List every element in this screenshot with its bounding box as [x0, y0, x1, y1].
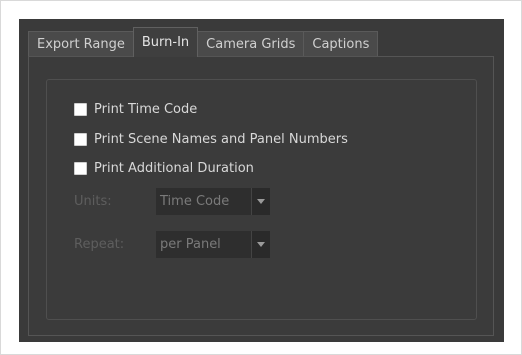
burn-in-options-group: Print Time Code Print Scene Names and Pa…	[46, 79, 477, 320]
print-scene-names-option[interactable]: Print Scene Names and Panel Numbers	[74, 131, 348, 147]
repeat-dropdown[interactable]: per Panel	[156, 231, 270, 258]
repeat-label: Repeat:	[74, 237, 125, 252]
burn-in-panel: Print Time Code Print Scene Names and Pa…	[28, 56, 494, 336]
tab-bar: Export Range Burn-In Camera Grids Captio…	[28, 27, 379, 57]
chevron-down-icon	[257, 199, 265, 204]
print-scene-names-checkbox[interactable]	[74, 132, 87, 146]
tab-export-range[interactable]: Export Range	[28, 31, 134, 57]
repeat-dropdown-arrow[interactable]	[251, 231, 270, 258]
units-label: Units:	[74, 194, 112, 209]
tab-burn-in[interactable]: Burn-In	[132, 27, 199, 57]
units-dropdown-arrow[interactable]	[251, 188, 270, 215]
print-scene-names-label: Print Scene Names and Panel Numbers	[94, 131, 348, 147]
tab-camera-grids[interactable]: Camera Grids	[197, 31, 305, 57]
print-additional-duration-checkbox[interactable]	[74, 161, 87, 175]
chevron-down-icon	[257, 242, 265, 247]
repeat-row: Repeat: per Panel	[74, 231, 270, 258]
print-time-code-checkbox[interactable]	[74, 102, 87, 116]
repeat-value: per Panel	[160, 237, 221, 252]
units-dropdown[interactable]: Time Code	[156, 188, 270, 215]
burn-in-dialog: Export Range Burn-In Camera Grids Captio…	[19, 19, 504, 342]
print-additional-duration-option[interactable]: Print Additional Duration	[74, 160, 254, 176]
tab-captions[interactable]: Captions	[303, 31, 379, 57]
print-additional-duration-label: Print Additional Duration	[94, 160, 254, 176]
print-time-code-option[interactable]: Print Time Code	[74, 101, 197, 117]
print-time-code-label: Print Time Code	[94, 101, 198, 117]
units-row: Units: Time Code	[74, 188, 270, 215]
units-value: Time Code	[160, 194, 230, 209]
